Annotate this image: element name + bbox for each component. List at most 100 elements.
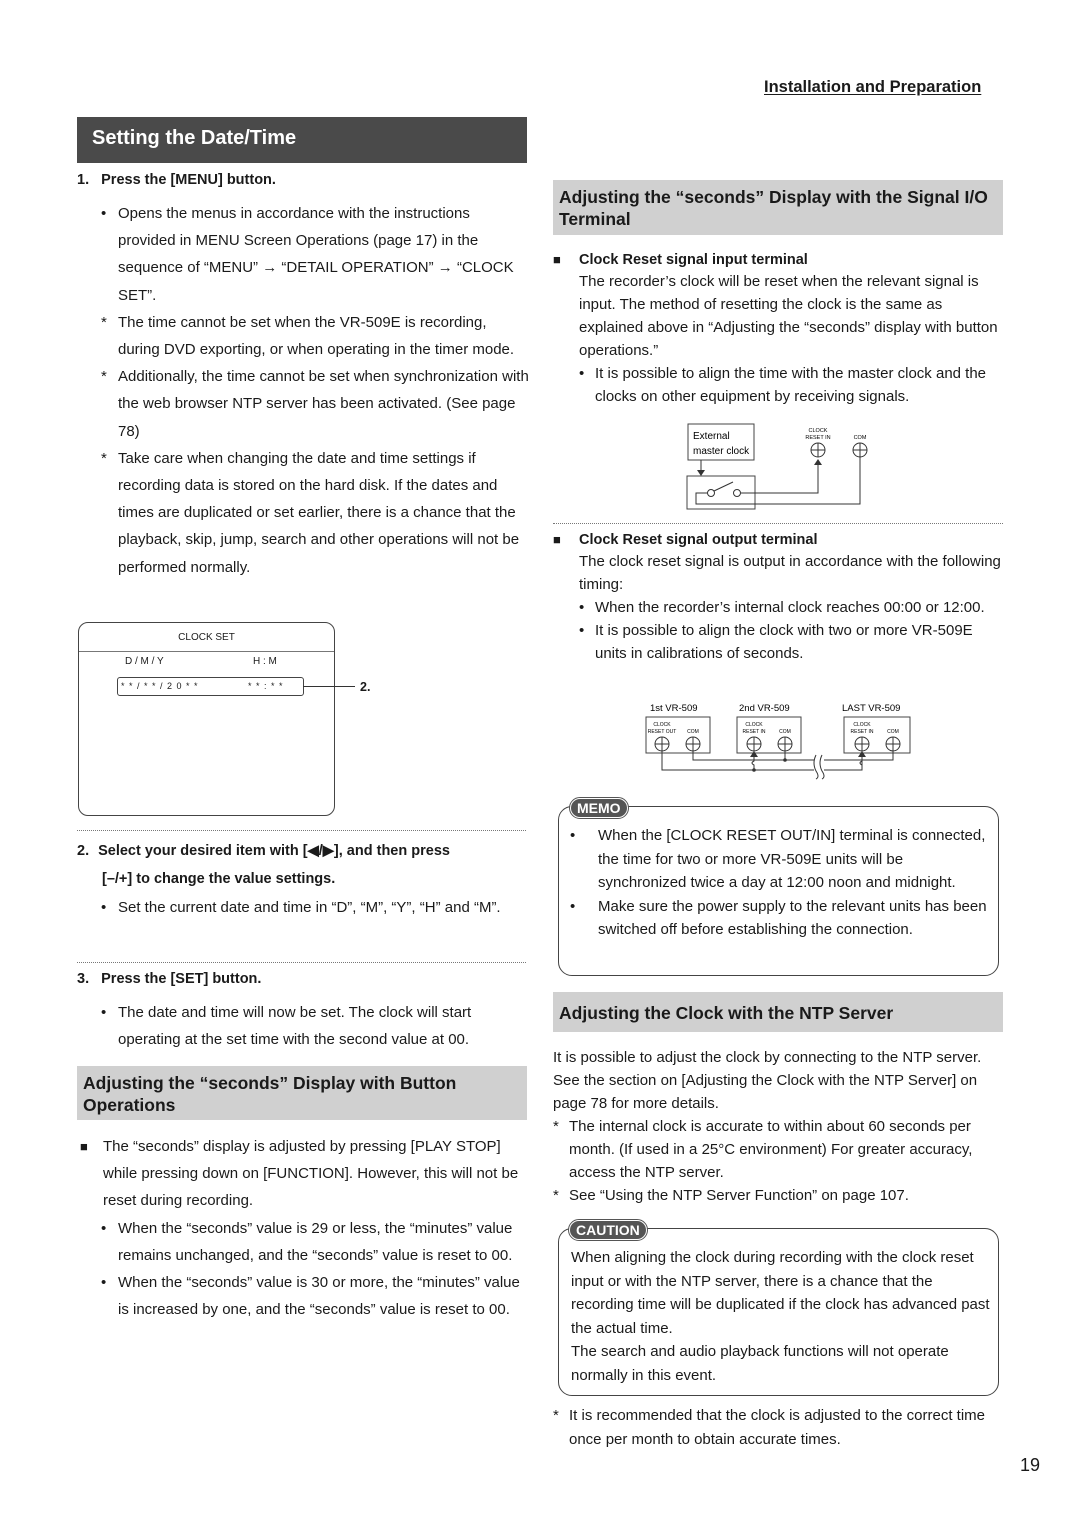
asterisk: * (101, 368, 107, 386)
section-title-button-ops: Adjusting the “seconds” Display with But… (77, 1066, 527, 1120)
list-item: • Set the current date and time in “D”, “… (101, 894, 529, 921)
input-terminal-list: • It is possible to align the time with t… (553, 362, 1003, 408)
list-item: • When the recorder’s internal clock reac… (579, 596, 1003, 619)
bullet: • (101, 205, 107, 222)
step-label: Press the [SET] button. (101, 971, 262, 987)
step-1-heading: 1. Press the [MENU] button. (77, 172, 276, 188)
list-item: • It is possible to align the clock with … (579, 619, 1003, 665)
caution-badge: CAUTION (568, 1219, 648, 1241)
switch-lever (713, 481, 734, 492)
running-header: Installation and Preparation (764, 78, 982, 96)
list-text: When the “seconds” value is 30 or more, … (118, 1274, 520, 1319)
list-text: It is possible to align the time with th… (595, 365, 987, 405)
clock-set-screen: CLOCK SET D / M / Y H : M * * / * * / 2 … (78, 622, 335, 816)
square-bullet-icon: ■ (80, 1139, 88, 1154)
terminal-screw-icon (777, 736, 793, 752)
switch-contact (707, 489, 715, 497)
asterisk: * (101, 313, 107, 331)
unit-label: LAST VR-509 (842, 703, 900, 714)
heading-text: Clock Reset signal output terminal (579, 532, 818, 548)
output-terminal-heading: ■ Clock Reset signal output terminal (553, 532, 1003, 548)
square-bullet-icon: ■ (553, 532, 561, 547)
list-item: • When the “seconds” value is 29 or less,… (101, 1215, 528, 1269)
terminal-screw-icon (885, 736, 901, 752)
list-text: Take care when changing the date and tim… (118, 449, 520, 576)
output-terminal-text: The clock reset signal is output in acco… (579, 553, 1001, 593)
list-text: The time cannot be set when the VR-509E … (118, 313, 515, 359)
asterisk: * (553, 1118, 559, 1135)
step-2-list: • Set the current date and time in “D”, “… (101, 894, 529, 921)
button-ops-content: ■ The “seconds” display is adjusted by pr… (80, 1133, 528, 1323)
switch-contact (733, 489, 741, 497)
time-label: H : M (253, 656, 277, 667)
caution-text-2: The search and audio playback functions … (571, 1343, 949, 1384)
list-text: The internal clock is accurate to within… (569, 1118, 973, 1181)
list-text: The date and time will now be set. The c… (118, 1004, 472, 1049)
output-terminal-diagram: 1st VR-509 2nd VR-509 LAST VR-509 CLOCK … (645, 703, 911, 780)
external-label-2: master clock (693, 446, 750, 457)
bullet: • (101, 1274, 107, 1292)
date-time-field: * * / * * / 2 0 * * * * : * * (117, 677, 304, 696)
list-item: • Make sure the power supply to the relev… (570, 895, 995, 942)
wiring (661, 751, 894, 780)
list-item: * The internal clock is accurate to withi… (553, 1115, 1005, 1184)
list-item: • When the [CLOCK RESET OUT/IN] terminal … (570, 824, 995, 895)
terminal-screw-icon (810, 442, 826, 458)
ntp-content: It is possible to adjust the clock by co… (553, 1046, 1005, 1207)
reset-wire (741, 465, 819, 494)
terminal-label: RESET IN (805, 435, 830, 441)
list-text: Additionally, the time cannot be set whe… (118, 368, 529, 440)
bullet: • (579, 365, 585, 382)
list-text: When the “seconds” value is 29 or less, … (118, 1219, 513, 1264)
step-1-list: • Opens the menus in accordance with the … (101, 200, 529, 581)
bullet: • (101, 1004, 107, 1021)
terminal-label: COM (854, 435, 867, 441)
time-value: * * : * * (248, 681, 284, 691)
arrow-up-icon (750, 751, 758, 757)
ntp-text: It is possible to adjust the clock by co… (553, 1049, 982, 1112)
callout-label: 2. (360, 680, 371, 694)
list-text: It is possible to align the clock with t… (595, 622, 973, 662)
list-text: Set the current date and time in “D”, “M… (118, 899, 501, 916)
clock-set-title: CLOCK SET (79, 623, 334, 652)
list-text: Make sure the power supply to the releva… (598, 897, 987, 939)
list-item: • When the “seconds” value is 30 or more,… (101, 1269, 528, 1323)
terminal-screw-icon (654, 736, 670, 752)
junction-dot (752, 768, 756, 772)
asterisk: * (101, 449, 107, 467)
bullet: • (570, 827, 576, 844)
bullet: • (101, 899, 107, 916)
list-item: ■ The “seconds” display is adjusted by pr… (80, 1133, 528, 1215)
divider (77, 962, 526, 963)
terminal-label: RESET OUT (648, 729, 677, 735)
step-label-line2: [–/+] to change the value settings. (102, 870, 336, 887)
step-3-heading: 3. Press the [SET] button. (77, 971, 261, 987)
bullet: • (101, 1219, 107, 1237)
list-text: The “seconds” display is adjusted by pre… (103, 1138, 519, 1210)
com-wire (695, 457, 861, 505)
divider (77, 830, 526, 831)
terminal-screw-icon (854, 736, 870, 752)
step-number: 1. (77, 172, 90, 188)
terminal-label: RESET IN (851, 729, 874, 735)
step-number: 3. (77, 971, 90, 987)
footnote: * It is recommended that the clock is adj… (553, 1404, 1005, 1451)
list-item: • It is possible to align the time with t… (579, 362, 1003, 408)
arrow-up-icon (858, 751, 866, 757)
page-number: 19 (1020, 1455, 1041, 1475)
step-3-list: • The date and time will now be set. The … (101, 999, 529, 1053)
step-label-line1: Select your desired item with [◀/▶], and… (98, 843, 450, 859)
list-text: Opens the menus in accordance with the i… (118, 205, 514, 304)
terminal-label: CLOCK (809, 428, 828, 434)
list-text: When the recorder’s internal clock reach… (595, 599, 985, 616)
output-terminal-list: • When the recorder’s internal clock reac… (553, 596, 1003, 665)
terminal-label: CLOCK (745, 722, 763, 728)
memo-list: • When the [CLOCK RESET OUT/IN] terminal … (570, 824, 995, 942)
terminal-label: CLOCK (653, 722, 671, 728)
terminal-label: CLOCK (853, 722, 871, 728)
section-title-date-time: Setting the Date/Time (77, 117, 527, 163)
step-number: 2. (77, 843, 90, 859)
caution-text-1: When aligning the clock during recording… (571, 1249, 990, 1337)
bullet: • (570, 897, 576, 915)
arrow-up-icon (814, 459, 822, 465)
